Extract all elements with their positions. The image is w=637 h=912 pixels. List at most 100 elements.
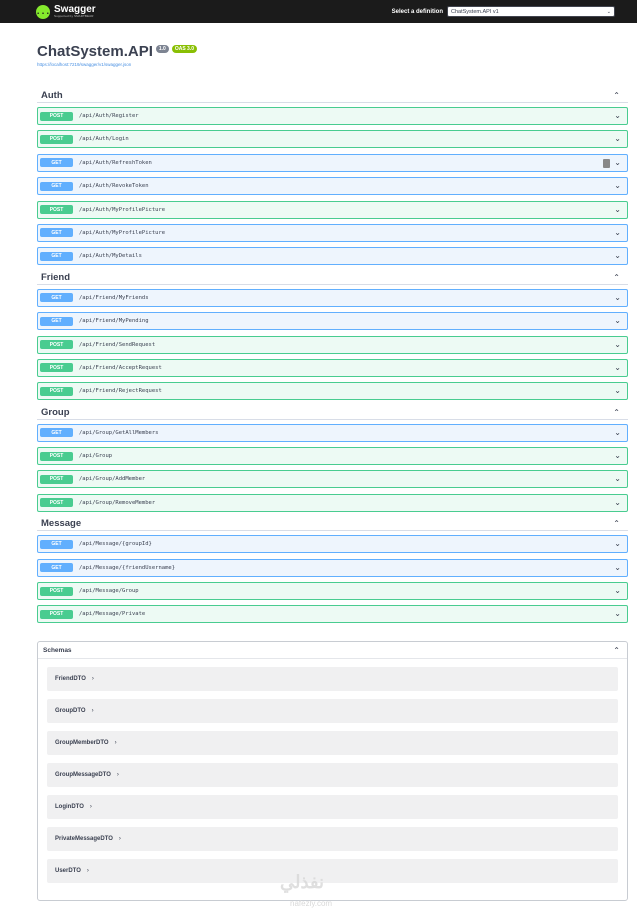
- chevron-down-icon[interactable]: ⌄: [614, 293, 621, 302]
- definition-value: ChatSystem.API v1: [451, 8, 499, 15]
- operation-path: /api/Group/GetAllMembers: [79, 429, 159, 436]
- operation-post[interactable]: POST/api/Group ⌄: [37, 447, 628, 466]
- operation-get[interactable]: GET/api/Message/{friendUsername} ⌄: [37, 558, 628, 577]
- schemas-header[interactable]: Schemas ⌃: [38, 642, 627, 660]
- chevron-down-icon[interactable]: ⌄: [614, 228, 621, 237]
- schema-name: GroupMessageDTO: [55, 772, 111, 779]
- operation-post[interactable]: POST/api/Friend/RejectRequest ⌄: [37, 382, 628, 401]
- chevron-right-icon: ›: [86, 868, 89, 875]
- tag-name: Group: [41, 406, 70, 418]
- operation-get[interactable]: GET/api/Friend/MyFriends ⌄: [37, 288, 628, 307]
- schema-item[interactable]: GroupDTO ›: [47, 699, 618, 724]
- operation-post[interactable]: POST/api/Auth/Login ⌄: [37, 130, 628, 149]
- operation-path: /api/Group/RemoveMember: [79, 499, 156, 506]
- operation-get[interactable]: GET/api/Auth/MyProfilePicture ⌄: [37, 223, 628, 242]
- schema-item[interactable]: PrivateMessageDTO ›: [47, 827, 618, 852]
- chevron-right-icon: ›: [118, 836, 121, 843]
- method-badge: POST: [40, 363, 73, 373]
- watermark-url: nafezly.com: [290, 899, 333, 908]
- tag-name: Auth: [41, 90, 63, 101]
- operation-get[interactable]: GET/api/Auth/RevokeToken ⌄: [37, 177, 628, 196]
- chevron-down-icon[interactable]: ⌄: [614, 609, 621, 618]
- operation-path: /api/Friend/AcceptRequest: [79, 364, 162, 371]
- operation-post[interactable]: POST/api/Friend/SendRequest ⌄: [37, 335, 628, 354]
- schema-name: UserDTO: [55, 868, 81, 875]
- chevron-down-icon[interactable]: ⌄: [614, 181, 621, 190]
- chevron-down-icon[interactable]: ⌄: [614, 474, 621, 483]
- operation-path: /api/Message/Group: [79, 588, 139, 595]
- operation-post[interactable]: POST/api/Group/AddMember ⌄: [37, 470, 628, 489]
- chevron-down-icon[interactable]: ⌄: [614, 563, 621, 572]
- version-badge: 1.0: [155, 45, 169, 53]
- method-badge: GET: [40, 563, 73, 573]
- tag-header[interactable]: Message ⌃: [37, 517, 628, 532]
- tag-section-friend: Friend ⌃ GET/api/Friend/MyFriends ⌄ GET/api/…: [37, 271, 628, 401]
- schema-item[interactable]: GroupMemberDTO ›: [47, 731, 618, 756]
- schema-item[interactable]: UserDTO ›: [47, 859, 618, 884]
- operation-post[interactable]: POST/api/Auth/MyProfilePicture ⌄: [37, 200, 628, 219]
- chevron-down-icon[interactable]: ⌄: [614, 158, 621, 167]
- lock-icon[interactable]: [603, 158, 610, 168]
- operation-post[interactable]: POST/api/Auth/Register ⌄: [37, 107, 628, 125]
- tag-header[interactable]: Friend ⌃: [37, 271, 628, 285]
- definition-dropdown[interactable]: ChatSystem.API v1 ⌄: [447, 6, 615, 17]
- operation-path: /api/Group: [79, 453, 113, 460]
- tag-section-auth: Auth ⌃ POST/api/Auth/Register ⌄ POST/api/Aut…: [37, 89, 628, 266]
- chevron-down-icon[interactable]: ⌄: [614, 451, 621, 460]
- api-info: ChatSystem.API 1.0 OAS 3.0 https://local…: [0, 23, 637, 67]
- tag-header[interactable]: Group ⌃: [37, 406, 628, 420]
- chevron-down-icon[interactable]: ⌄: [614, 363, 621, 372]
- operation-path: /api/Message/Private: [79, 611, 146, 618]
- operation-get[interactable]: GET/api/Friend/MyPending ⌄: [37, 312, 628, 331]
- method-badge: POST: [40, 474, 73, 484]
- operation-post[interactable]: POST/api/Message/Private ⌄: [37, 605, 628, 624]
- operation-post[interactable]: POST/api/Message/Group ⌄: [37, 582, 628, 601]
- method-badge: POST: [40, 340, 73, 350]
- schema-item[interactable]: FriendDTO ›: [47, 667, 618, 692]
- chevron-up-icon: ⌃: [613, 91, 620, 100]
- chevron-down-icon[interactable]: ⌄: [614, 428, 621, 437]
- chevron-right-icon: ›: [89, 804, 92, 811]
- schema-name: LoginDTO: [55, 804, 84, 811]
- chevron-down-icon[interactable]: ⌄: [614, 111, 621, 120]
- operation-path: /api/Message/{friendUsername}: [79, 564, 176, 571]
- operation-path: /api/Message/{groupId}: [79, 541, 152, 548]
- schema-item[interactable]: LoginDTO ›: [47, 795, 618, 820]
- method-badge: GET: [40, 293, 73, 303]
- method-badge: POST: [40, 386, 73, 396]
- operation-path: /api/Auth/MyProfilePicture: [79, 206, 166, 213]
- definition-label: Select a definition: [391, 8, 443, 15]
- operation-post[interactable]: POST/api/Friend/AcceptRequest ⌄: [37, 358, 628, 377]
- chevron-down-icon[interactable]: ⌄: [614, 386, 621, 395]
- top-bar: {...} Swagger Supported by SMARTBEAR Sel…: [0, 0, 637, 23]
- schemas-section: Schemas ⌃ FriendDTO › GroupDTO › GroupMember…: [37, 641, 628, 902]
- swagger-brand[interactable]: {...} Swagger Supported by SMARTBEAR: [31, 4, 96, 19]
- chevron-down-icon[interactable]: ⌄: [614, 539, 621, 548]
- brand-sub: Supported by SMARTBEAR: [54, 14, 94, 18]
- schema-item[interactable]: GroupMessageDTO ›: [47, 763, 618, 788]
- operation-post[interactable]: POST/api/Group/RemoveMember ⌄: [37, 493, 628, 512]
- chevron-down-icon[interactable]: ⌄: [614, 205, 621, 214]
- operation-get[interactable]: GET/api/Auth/MyDetails ⌄: [37, 247, 628, 266]
- chevron-down-icon[interactable]: ⌄: [614, 316, 621, 325]
- operation-path: /api/Auth/MyProfilePicture: [79, 229, 166, 236]
- tag-header[interactable]: Auth ⌃: [37, 89, 628, 103]
- chevron-down-icon[interactable]: ⌄: [614, 340, 621, 349]
- chevron-up-icon: ⌃: [613, 645, 620, 655]
- chevron-right-icon: ›: [91, 676, 94, 683]
- method-badge: GET: [40, 158, 73, 168]
- operation-get[interactable]: GET/api/Auth/RefreshToken ⌄: [37, 153, 628, 172]
- method-badge: POST: [40, 609, 73, 619]
- chevron-down-icon[interactable]: ⌄: [614, 134, 621, 143]
- chevron-up-icon: ⌃: [613, 272, 620, 282]
- tag-section-message: Message ⌃ GET/api/Message/{groupId} ⌄ GET/ap…: [37, 517, 628, 624]
- operation-get[interactable]: GET/api/Group/GetAllMembers ⌄: [37, 423, 628, 442]
- chevron-down-icon[interactable]: ⌄: [614, 498, 621, 507]
- chevron-down-icon[interactable]: ⌄: [614, 586, 621, 595]
- operation-get[interactable]: GET/api/Message/{groupId} ⌄: [37, 535, 628, 554]
- spec-url-link[interactable]: https://localhost:7219/swagger/v1/swagge…: [37, 62, 637, 67]
- watermark-logo: نفذلي: [280, 872, 325, 892]
- definition-selector: Select a definition ChatSystem.API v1 ⌄: [392, 6, 615, 17]
- tag-name: Message: [41, 518, 82, 530]
- chevron-down-icon[interactable]: ⌄: [614, 251, 621, 260]
